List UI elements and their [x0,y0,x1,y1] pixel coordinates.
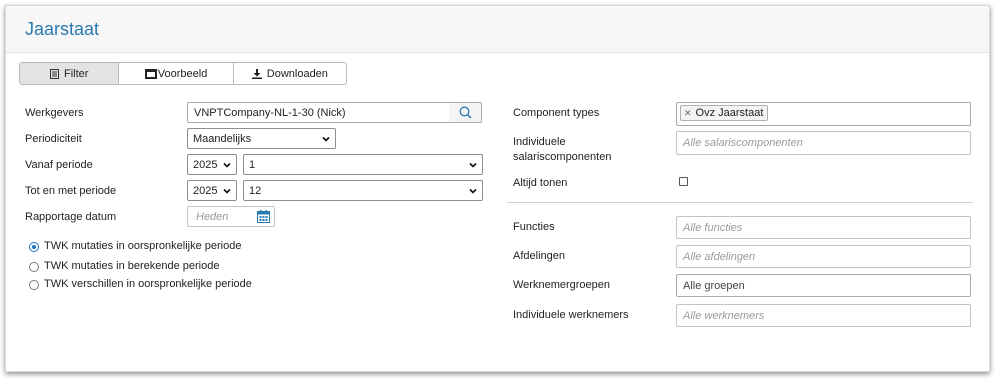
radio-oorspronkelijke-verschillen[interactable] [29,280,39,290]
individuele-salaris-label-1: Individuele [513,136,566,148]
rapportage-datum-field[interactable]: Heden [187,206,275,227]
component-types-label: Component types [513,107,600,119]
download-icon [251,68,262,79]
panel-header: Jaarstaat [6,6,989,53]
tot-year-value: 2025 [193,184,218,197]
remove-tag-icon[interactable]: ✕ [684,108,692,119]
component-type-tag: ✕ Ovz Jaarstaat [680,105,769,121]
tab-filter-label: Filter [63,67,89,80]
functies-placeholder: Alle functies [683,221,743,234]
filter-list-icon [49,68,59,79]
individuele-salaris-field[interactable]: Alle salariscomponenten [676,131,971,155]
tab-downloaden[interactable]: Downloaden [234,63,346,84]
altijd-tonen-label: Altijd tonen [513,177,568,189]
chevron-down-icon [469,162,477,168]
individuele-werknemers-placeholder: Alle werknemers [683,309,765,322]
calendar-icon[interactable] [257,210,270,223]
vanaf-period-select[interactable]: 1 [243,154,483,175]
radio-berekende-mutaties[interactable] [29,262,39,272]
page-title: Jaarstaat [25,19,100,39]
chevron-down-icon [223,162,231,168]
werknemergroepen-label: Werknemergroepen [513,279,611,291]
periodiciteit-value: Maandelijks [193,132,252,145]
section-divider [507,202,973,203]
search-icon [459,106,472,119]
werkgevers-value: VNPTCompany-NL-1-30 (Nick) [194,106,346,119]
rapportage-datum-placeholder: Heden [196,210,229,223]
afdelingen-field[interactable]: Alle afdelingen [676,245,971,268]
werknemergroepen-field[interactable]: Alle groepen [676,274,971,297]
afdelingen-label: Afdelingen [513,250,565,262]
werknemergroepen-value: Alle groepen [683,279,745,292]
individuele-werknemers-field[interactable]: Alle werknemers [676,304,971,327]
vanaf-period-value: 1 [249,158,256,171]
tab-downloaden-label: Downloaden [266,67,328,80]
vanaf-periode-label: Vanaf periode [25,159,93,171]
tab-voorbeeld-label: Voorbeeld [157,67,208,80]
werkgevers-field[interactable]: VNPTCompany-NL-1-30 (Nick) [187,102,450,123]
periodiciteit-label: Periodiciteit [25,133,82,145]
individuele-salaris-placeholder: Alle salariscomponenten [683,137,803,149]
tot-period-select[interactable]: 12 [243,180,483,201]
altijd-tonen-checkbox[interactable] [679,177,688,186]
rapportage-datum-label: Rapportage datum [25,211,117,223]
functies-label: Functies [513,221,555,233]
individuele-werknemers-label: Individuele werknemers [513,309,629,321]
tot-year-select[interactable]: 2025 [187,180,237,201]
periodiciteit-select[interactable]: Maandelijks [187,128,336,149]
tab-voorbeeld[interactable]: Voorbeeld [119,63,234,84]
tab-filter[interactable]: Filter [20,63,120,84]
afdelingen-placeholder: Alle afdelingen [683,250,756,263]
tot-period-value: 12 [249,184,262,197]
tot-periode-label: Tot en met periode [25,185,117,197]
vanaf-year-value: 2025 [193,158,218,171]
chevron-down-icon [322,136,330,142]
werkgevers-search-button[interactable] [449,102,482,123]
chevron-down-icon [223,188,231,194]
radio-oorspronkelijke-mutaties[interactable] [29,242,39,252]
radio-oorspronkelijke-verschillen-label: TWK verschillen in oorspronkelijke perio… [44,278,252,290]
radio-oorspronkelijke-mutaties-label: TWK mutaties in oorspronkelijke periode [44,240,242,252]
view-tabs: Filter Voorbeeld Downloaden [19,62,347,85]
werkgevers-label: Werkgevers [25,107,84,119]
radio-berekende-mutaties-label: TWK mutaties in berekende periode [44,260,220,272]
chevron-down-icon [469,188,477,194]
individuele-salaris-label-2: salariscomponenten [513,151,612,163]
vanaf-year-select[interactable]: 2025 [187,154,237,175]
component-type-tag-label: Ovz Jaarstaat [695,107,764,119]
preview-window-icon [144,68,157,79]
functies-field[interactable]: Alle functies [676,216,971,239]
